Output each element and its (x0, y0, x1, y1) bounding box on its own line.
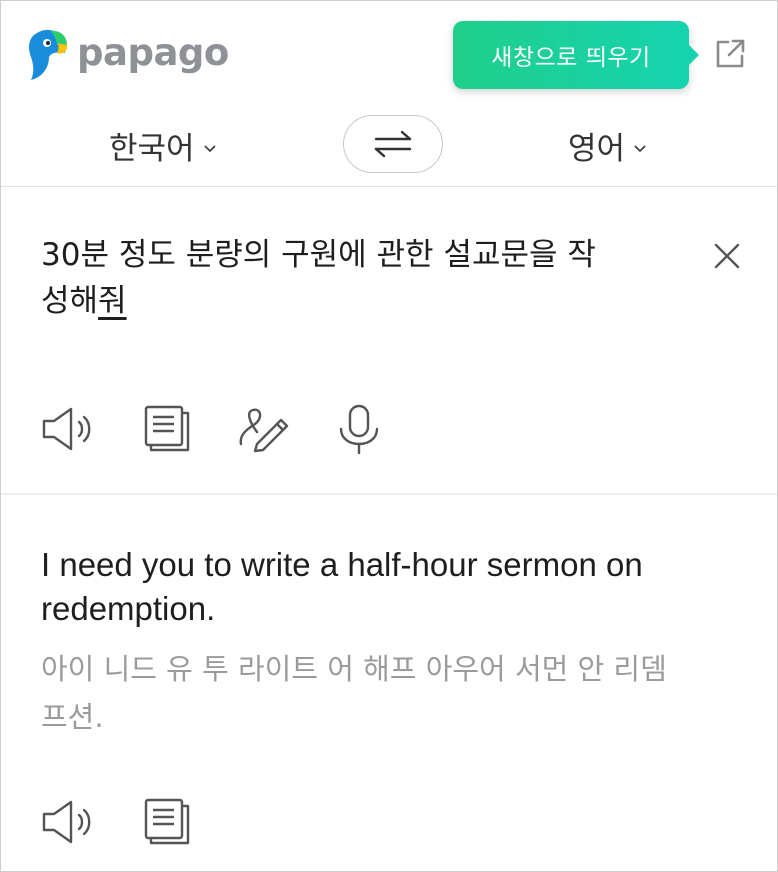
tooltip-label: 새창으로 띄우기 (491, 45, 651, 71)
translation-toolbar (41, 797, 193, 847)
target-language-select[interactable]: 영어 (568, 123, 647, 168)
copy-icon[interactable] (141, 797, 193, 847)
source-language-select[interactable]: 한국어 (109, 123, 217, 168)
source-text-input[interactable]: 30분 정도 분량의 구원에 관한 설교문을 작 성해줘 (41, 232, 681, 324)
translation-panel: I need you to write a half-hour sermon o… (1, 497, 777, 871)
papago-window: papago 새창으로 띄우기 한국어 영어 30분 정도 분량의 구원에 관한… (0, 0, 778, 872)
external-link-icon[interactable] (713, 37, 747, 71)
source-language-label: 한국어 (109, 131, 195, 167)
papago-logo[interactable]: papago (27, 27, 229, 81)
copy-icon[interactable] (141, 404, 193, 454)
target-language-label: 영어 (568, 131, 626, 167)
popout-tooltip: 새창으로 띄우기 (453, 21, 699, 89)
language-bar: 한국어 영어 (1, 101, 777, 187)
handwriting-icon[interactable] (237, 404, 289, 454)
parrot-logo-icon (29, 29, 68, 80)
header: papago 새창으로 띄우기 (1, 1, 777, 101)
source-panel: 30분 정도 분량의 구원에 관한 설교문을 작 성해줘 (1, 188, 777, 495)
speaker-icon[interactable] (41, 797, 93, 847)
swap-arrows-icon (374, 130, 412, 158)
source-text-composing: 줘 (98, 283, 127, 319)
brand-wordmark: papago (77, 30, 229, 74)
close-icon[interactable] (711, 240, 743, 272)
microphone-icon[interactable] (333, 404, 385, 454)
pronunciation-text: 아이 니드 유 투 라이트 어 해프 아우어 서먼 안 리뎀프션. (41, 652, 667, 734)
source-toolbar (41, 404, 385, 454)
speaker-icon[interactable] (41, 404, 93, 454)
translation-text: I need you to write a half-hour sermon o… (41, 546, 643, 627)
swap-languages-button[interactable] (343, 115, 443, 173)
chevron-down-icon (634, 144, 646, 152)
chevron-down-icon (203, 144, 216, 152)
